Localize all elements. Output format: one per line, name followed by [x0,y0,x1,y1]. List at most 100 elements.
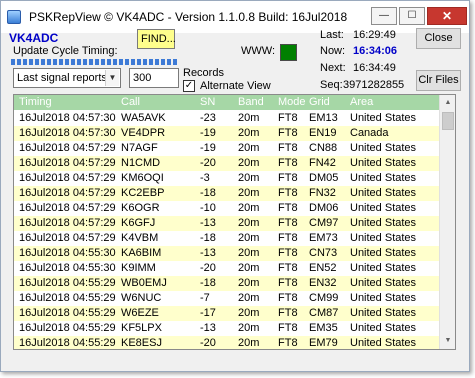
cell-band: 20m [238,187,260,199]
cell-area: Canada [350,127,389,139]
table-row[interactable]: 16Jul2018 04:57:29 KC2EBP -18 20m FT8 FN32 Uni… [14,186,439,201]
find-button[interactable]: FIND... [137,29,176,49]
cell-timing: 16Jul2018 04:57:29 [19,217,116,229]
cell-grid: EM35 [309,322,338,334]
table-row[interactable]: 16Jul2018 04:55:29 W6EZE -17 20m FT8 CM87 Unit… [14,306,439,321]
cell-band: 20m [238,127,260,139]
cell-timing: 16Jul2018 04:55:29 [19,292,116,304]
column-header-grid[interactable]: Grid [309,95,330,110]
cell-grid: EN32 [309,277,337,289]
column-header-mode[interactable]: Mode [278,95,306,110]
cell-timing: 16Jul2018 04:55:29 [19,322,116,334]
cell-timing: 16Jul2018 04:55:30 [19,247,116,259]
window-title: PSKRepView © VK4ADC - Version 1.1.0.8 Bu… [29,10,348,24]
cell-sn: -18 [200,277,216,289]
title-bar[interactable]: PSKRepView © VK4ADC - Version 1.1.0.8 Bu… [1,1,469,33]
chevron-down-icon[interactable]: ▼ [105,70,119,86]
cell-sn: -7 [200,292,210,304]
cell-grid: EN19 [309,127,337,139]
update-cycle-label: Update Cycle Timing: [13,45,118,57]
close-button[interactable]: Close [416,28,461,49]
maximize-button[interactable]: ☐ [399,7,425,25]
column-header-call[interactable]: Call [121,95,140,110]
filter-select[interactable]: Last signal reports ▼ [13,68,121,88]
cell-call: K6OGR [121,202,160,214]
cell-timing: 16Jul2018 04:57:29 [19,172,116,184]
column-header-area[interactable]: Area [350,95,373,110]
cell-mode: FT8 [278,142,298,154]
update-cycle-progress [11,59,179,65]
table-row[interactable]: 16Jul2018 04:55:30 KA6BIM -13 20m FT8 CN73 Uni… [14,246,439,261]
table-row[interactable]: 16Jul2018 04:57:29 KM6OQI -3 20m FT8 DM05 Unit… [14,171,439,186]
cell-band: 20m [238,217,260,229]
next-label: Next: [320,62,346,74]
cell-mode: FT8 [278,292,298,304]
next-time: 16:34:49 [353,62,396,74]
clear-files-button[interactable]: Clr Files [416,70,461,91]
scroll-down-icon[interactable]: ▼ [440,333,455,349]
table-row[interactable]: 16Jul2018 04:57:29 K6OGR -10 20m FT8 DM06 Unit… [14,201,439,216]
table-row[interactable]: 16Jul2018 04:55:29 KE8ESJ -20 20m FT8 EM79 Uni… [14,336,439,349]
record-count-input[interactable]: 300 [129,68,179,88]
cell-timing: 16Jul2018 04:55:29 [19,337,116,349]
table-row[interactable]: 16Jul2018 04:57:29 K6GFJ -13 20m FT8 CM97 Unit… [14,216,439,231]
cell-area: United States [350,202,417,214]
cell-sn: -19 [200,142,216,154]
column-header-sn[interactable]: SN [200,95,215,110]
table-row[interactable]: 16Jul2018 04:55:29 W6NUC -7 20m FT8 CM99 Unite… [14,291,439,306]
table-row[interactable]: 16Jul2018 04:55:30 K9IMM -20 20m FT8 EN52 Unit… [14,261,439,276]
now-time: 16:34:06 [353,45,398,57]
www-status-indicator [280,44,297,61]
cell-timing: 16Jul2018 04:55:29 [19,307,116,319]
alternate-view-checkbox[interactable]: ✓ [183,80,195,92]
cell-band: 20m [238,247,260,259]
table-row[interactable]: 16Jul2018 04:57:30 VE4DPR -19 20m FT8 EN19 Can… [14,126,439,141]
alternate-view-label: Alternate View [200,80,271,92]
table-row[interactable]: 16Jul2018 04:57:29 N1CMD -20 20m FT8 FN42 Unit… [14,156,439,171]
table-row[interactable]: 16Jul2018 04:57:29 N7AGF -19 20m FT8 CN88 Unit… [14,141,439,156]
table-row[interactable]: 16Jul2018 04:57:30 WA5AVK -23 20m FT8 EM13 Uni… [14,111,439,126]
cell-area: United States [350,292,417,304]
table-row[interactable]: 16Jul2018 04:55:29 WB0EMJ -18 20m FT8 EN32 Uni… [14,276,439,291]
cell-grid: EM73 [309,232,338,244]
window-close-button[interactable]: ✕ [427,7,467,25]
seq-value: 3971282855 [343,79,405,91]
cell-sn: -20 [200,157,216,169]
cell-band: 20m [238,157,260,169]
column-header-band[interactable]: Band [238,95,264,110]
cell-sn: -18 [200,187,216,199]
cell-area: United States [350,247,417,259]
cell-mode: FT8 [278,232,298,244]
minimize-button[interactable]: — [371,7,397,25]
cell-mode: FT8 [278,172,298,184]
cell-timing: 16Jul2018 04:55:30 [19,262,116,274]
cell-call: W6EZE [121,307,159,319]
cell-grid: DM06 [309,202,339,214]
cell-timing: 16Jul2018 04:57:30 [19,127,116,139]
cell-band: 20m [238,112,260,124]
cell-band: 20m [238,172,260,184]
cell-sn: -18 [200,232,216,244]
table-row[interactable]: 16Jul2018 04:57:29 K4VBM -18 20m FT8 EM73 Unit… [14,231,439,246]
cell-band: 20m [238,262,260,274]
scroll-thumb[interactable] [442,112,454,130]
cell-call: K4VBM [121,232,159,244]
table-scrollbar[interactable]: ▲ ▼ [439,95,455,349]
cell-area: United States [350,262,417,274]
cell-grid: CN88 [309,142,338,154]
column-header-timing[interactable]: Timing [19,95,52,110]
cell-mode: FT8 [278,337,298,349]
signal-reports-table[interactable]: Timing Call SN Band Mode Grid Area 16Jul… [13,94,456,350]
cell-timing: 16Jul2018 04:57:30 [19,112,116,124]
cell-sn: -13 [200,322,216,334]
cell-mode: FT8 [278,157,298,169]
cell-call: KA6BIM [121,247,162,259]
cell-sn: -13 [200,247,216,259]
cell-timing: 16Jul2018 04:57:29 [19,232,116,244]
table-row[interactable]: 16Jul2018 04:55:29 KF5LPX -13 20m FT8 EM35 Uni… [14,321,439,336]
filter-select-value: Last signal reports [17,72,107,84]
cell-area: United States [350,277,417,289]
cell-timing: 16Jul2018 04:55:29 [19,277,116,289]
cell-area: United States [350,172,417,184]
scroll-up-icon[interactable]: ▲ [440,95,455,111]
